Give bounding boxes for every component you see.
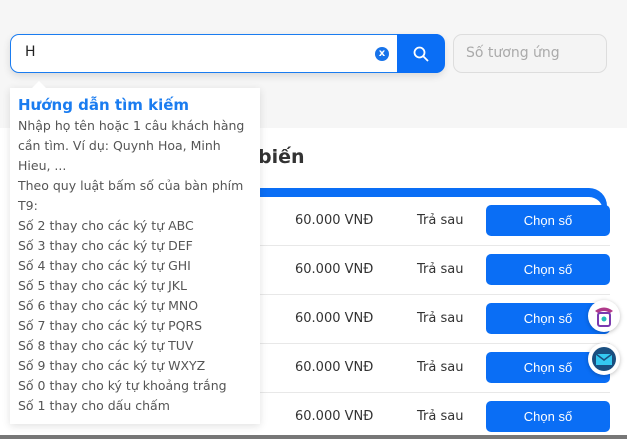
table-row: 60.000 VNĐ Trả sau Chọn số [200, 344, 610, 393]
search-box[interactable]: x [10, 34, 445, 73]
tooltip-line: Theo quy luật bấm số của bàn phím T9: [18, 178, 244, 213]
tooltip-line: Nhập họ tên hoặc 1 câu khách hàng cần tì… [18, 118, 245, 173]
message-contact-button[interactable] [588, 343, 620, 375]
tooltip-line: Số 0 thay cho ký tự khoảng trắng [18, 378, 227, 393]
table-row: 60.000 VNĐ Trả sau Chọn số [200, 197, 610, 246]
tooltip-line: Số 5 thay cho các ký tự JKL [18, 278, 187, 293]
clear-icon[interactable]: x [375, 47, 389, 61]
table-row: 60.000 VNĐ Trả sau Chọn số [200, 246, 610, 295]
tooltip-line: Số 4 thay cho các ký tự GHI [18, 258, 191, 273]
choose-number-button[interactable]: Chọn số [486, 205, 610, 236]
section-title: biến [258, 146, 305, 168]
tooltip-line: Số 6 thay cho các ký tự MNO [18, 298, 199, 313]
tooltip-title: Hướng dẫn tìm kiếm [18, 96, 190, 114]
price: 60.000 VNĐ [295, 262, 374, 277]
price: 60.000 VNĐ [295, 360, 374, 375]
number-input[interactable]: Số tương ứng [453, 34, 607, 73]
window-bottom-border [0, 435, 627, 439]
mail-icon [592, 347, 616, 371]
type: Trả sau [417, 409, 464, 424]
search-icon [413, 46, 429, 62]
tooltip-line: Số 9 thay cho các ký tự WXYZ [18, 358, 206, 373]
phone-icon [595, 307, 613, 327]
type: Trả sau [417, 262, 464, 277]
price: 60.000 VNĐ [295, 213, 374, 228]
choose-number-button[interactable]: Chọn số [486, 254, 610, 285]
tooltip-line: Số 1 thay cho dấu chấm [18, 398, 170, 413]
choose-number-button[interactable]: Chọn số [486, 401, 610, 432]
type: Trả sau [417, 311, 464, 326]
search-input[interactable] [25, 44, 365, 60]
price: 60.000 VNĐ [295, 409, 374, 424]
tooltip-line: Số 3 thay cho các ký tự DEF [18, 238, 193, 253]
tooltip-line: Số 8 thay cho các ký tự TUV [18, 338, 194, 353]
type: Trả sau [417, 360, 464, 375]
search-button[interactable] [397, 34, 445, 73]
type: Trả sau [417, 213, 464, 228]
search-help-tooltip: Hướng dẫn tìm kiếm Nhập họ tên hoặc 1 câ… [10, 81, 260, 424]
tooltip-line: Số 7 thay cho các ký tự PQRS [18, 318, 203, 333]
price: 60.000 VNĐ [295, 311, 374, 326]
table-row: 60.000 VNĐ Trả sau Chọn số [200, 295, 610, 344]
number-table: 60.000 VNĐ Trả sau Chọn số 60.000 VNĐ Trả s… [200, 197, 610, 437]
phone-contact-button[interactable] [588, 300, 620, 332]
tooltip-line: Số 2 thay cho các ký tự ABC [18, 218, 194, 233]
